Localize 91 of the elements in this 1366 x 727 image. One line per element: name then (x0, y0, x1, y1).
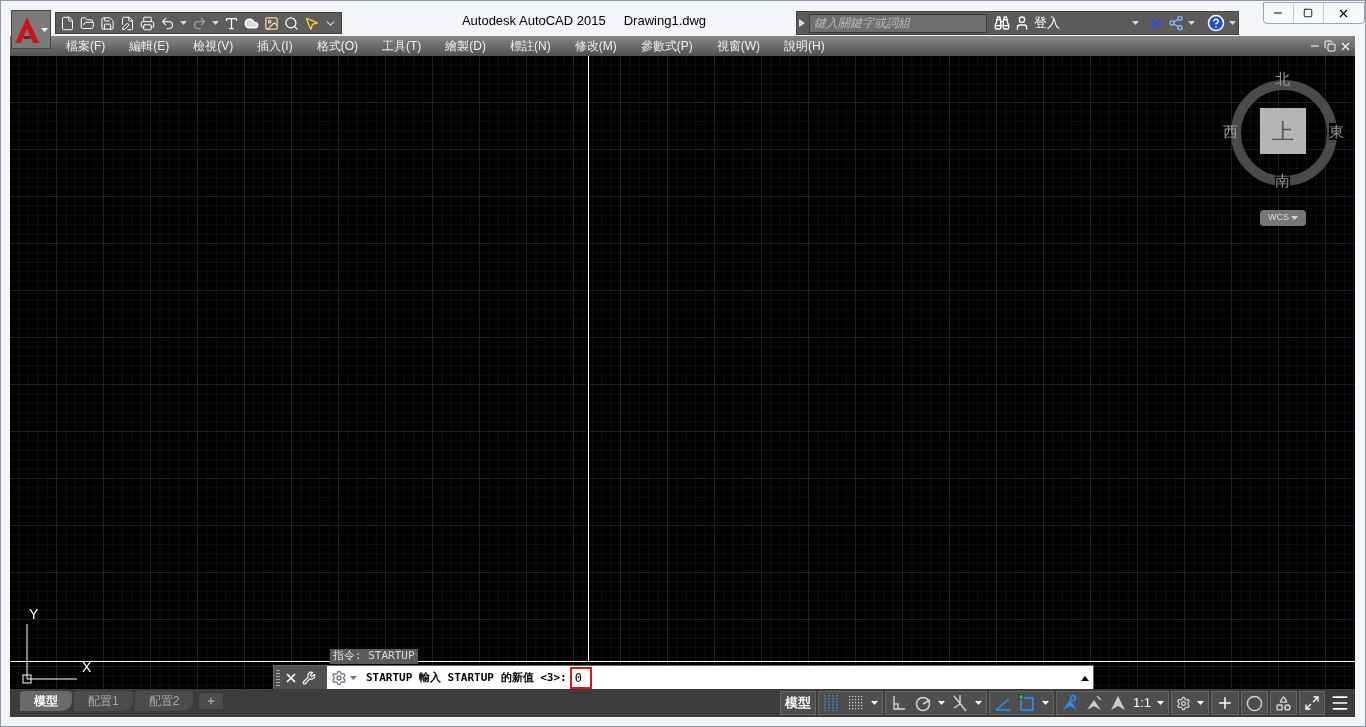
shapes-icon (1275, 694, 1292, 712)
wcs-label: WCS (1268, 211, 1289, 225)
text-icon[interactable] (224, 15, 239, 31)
menu-item[interactable]: 說明(H) (784, 37, 825, 55)
expand-arrow-icon[interactable] (799, 19, 805, 27)
cube-face[interactable]: 上 (1260, 108, 1306, 154)
menu-item[interactable]: 檢視(V) (193, 37, 234, 55)
snap-square-icon[interactable] (1017, 694, 1036, 712)
binoculars-icon[interactable] (994, 15, 1010, 31)
save-icon[interactable] (100, 15, 115, 31)
fullscreen-button[interactable] (1299, 691, 1325, 715)
caret-icon[interactable] (1157, 701, 1164, 705)
redo-icon[interactable] (192, 15, 207, 31)
cloud-icon[interactable] (244, 15, 259, 31)
isolate-button[interactable] (1241, 691, 1268, 715)
help-icon[interactable] (1207, 14, 1225, 32)
file-edit-icon[interactable] (120, 15, 135, 31)
viewcube[interactable]: 北 西 上 東 南 WCS (1220, 68, 1346, 228)
caret-icon[interactable] (1041, 701, 1049, 705)
new-file-icon[interactable] (60, 15, 75, 31)
cursor-icon[interactable] (304, 15, 319, 31)
north-label[interactable]: 北 (1275, 68, 1290, 91)
printer-icon[interactable] (140, 15, 155, 31)
drawing-canvas[interactable]: 北 西 上 東 南 WCS Y X 指令: STARTUP STARTUP 輸入 STARTUP 的新值 <3>: 0 (10, 56, 1355, 689)
menu-item[interactable]: 編輯(E) (129, 37, 170, 55)
menu-item[interactable]: 格式(O) (316, 37, 358, 55)
shapes-button[interactable] (1270, 691, 1297, 715)
menu-item[interactable]: 修改(M) (574, 37, 617, 55)
command-prompt: STARTUP 輸入 STARTUP 的新值 <3>: (366, 669, 567, 686)
dot-grid-icon[interactable] (846, 694, 865, 712)
caret-icon[interactable] (1229, 21, 1236, 25)
image-icon[interactable] (264, 15, 279, 31)
network-icon[interactable] (1168, 15, 1184, 31)
south-label[interactable]: 南 (1275, 172, 1290, 189)
layout-tab[interactable]: 配置2 (134, 691, 194, 711)
command-input[interactable]: 0 (569, 667, 592, 689)
polar-icon[interactable] (913, 694, 932, 712)
folder-icon[interactable] (80, 15, 95, 31)
model-space-button[interactable]: 模型 (779, 691, 816, 715)
logo-icon (14, 15, 40, 44)
caret-icon[interactable] (1197, 701, 1204, 705)
app-title: Autodesk AutoCAD 2015 (461, 12, 606, 30)
x-axis-label: X (82, 658, 92, 677)
annotation-icon[interactable] (1060, 694, 1079, 712)
caret-icon[interactable] (350, 676, 357, 680)
maximize-button[interactable] (1292, 3, 1324, 23)
annotation-icon[interactable] (1108, 694, 1127, 712)
west-label[interactable]: 西 (1223, 121, 1238, 144)
menu-icon (1330, 693, 1350, 713)
caret-icon[interactable] (1132, 21, 1139, 25)
caret-icon[interactable] (937, 701, 945, 705)
settings-icon[interactable] (331, 670, 347, 686)
restore-icon[interactable] (1324, 40, 1336, 52)
maximize-icon (1303, 8, 1314, 18)
wcs-menu[interactable]: WCS (1260, 210, 1306, 226)
history-arrow-icon[interactable] (1081, 675, 1089, 681)
caret-icon[interactable] (870, 701, 878, 705)
command-history: 指令: STARTUP (330, 649, 418, 664)
scale-button[interactable]: 1:1 (1132, 693, 1151, 713)
close-icon[interactable] (284, 671, 298, 685)
crosshair-icon (1216, 694, 1234, 712)
menu-item[interactable]: 視窗(W) (716, 37, 760, 55)
menu-item[interactable]: 繪製(D) (445, 37, 486, 55)
undo-icon[interactable] (160, 15, 175, 31)
menu-item[interactable]: 插入(I) (257, 37, 293, 55)
circle-icon (1246, 694, 1263, 712)
plus-icon (206, 696, 217, 706)
user-icon[interactable] (1014, 15, 1030, 31)
caret-icon[interactable] (1188, 21, 1195, 25)
layout-tab[interactable]: 模型 (20, 691, 72, 711)
menu-item[interactable]: 檔案(F) (66, 37, 106, 55)
search-field[interactable]: 鍵入關鍵字或詞組 (809, 13, 987, 33)
sign-in-link[interactable]: 登入 (1034, 13, 1128, 33)
caret-icon[interactable] (212, 21, 219, 25)
fullscreen-icon (1304, 695, 1320, 711)
crosshair-button[interactable] (1211, 691, 1239, 715)
east-label[interactable]: 東 (1329, 123, 1344, 140)
layout-tab[interactable]: 配置1 (74, 691, 133, 711)
search-icon[interactable] (284, 15, 299, 31)
wrench-icon[interactable] (302, 671, 316, 685)
caret-icon[interactable] (974, 701, 982, 705)
menu-item[interactable]: 標註(N) (510, 37, 551, 55)
y-axis-label: Y (29, 605, 39, 624)
add-tab-button[interactable] (199, 693, 224, 709)
menu-item[interactable]: 參數式(P) (640, 37, 693, 55)
caret-icon[interactable] (180, 21, 187, 25)
caret-icon[interactable] (41, 27, 48, 32)
file-name: Drawing1.dwg (623, 12, 707, 30)
grip-icon[interactable] (276, 669, 280, 687)
menu-item[interactable]: 工具(T) (382, 37, 422, 55)
annotation-scale-icon[interactable] (1084, 694, 1103, 712)
